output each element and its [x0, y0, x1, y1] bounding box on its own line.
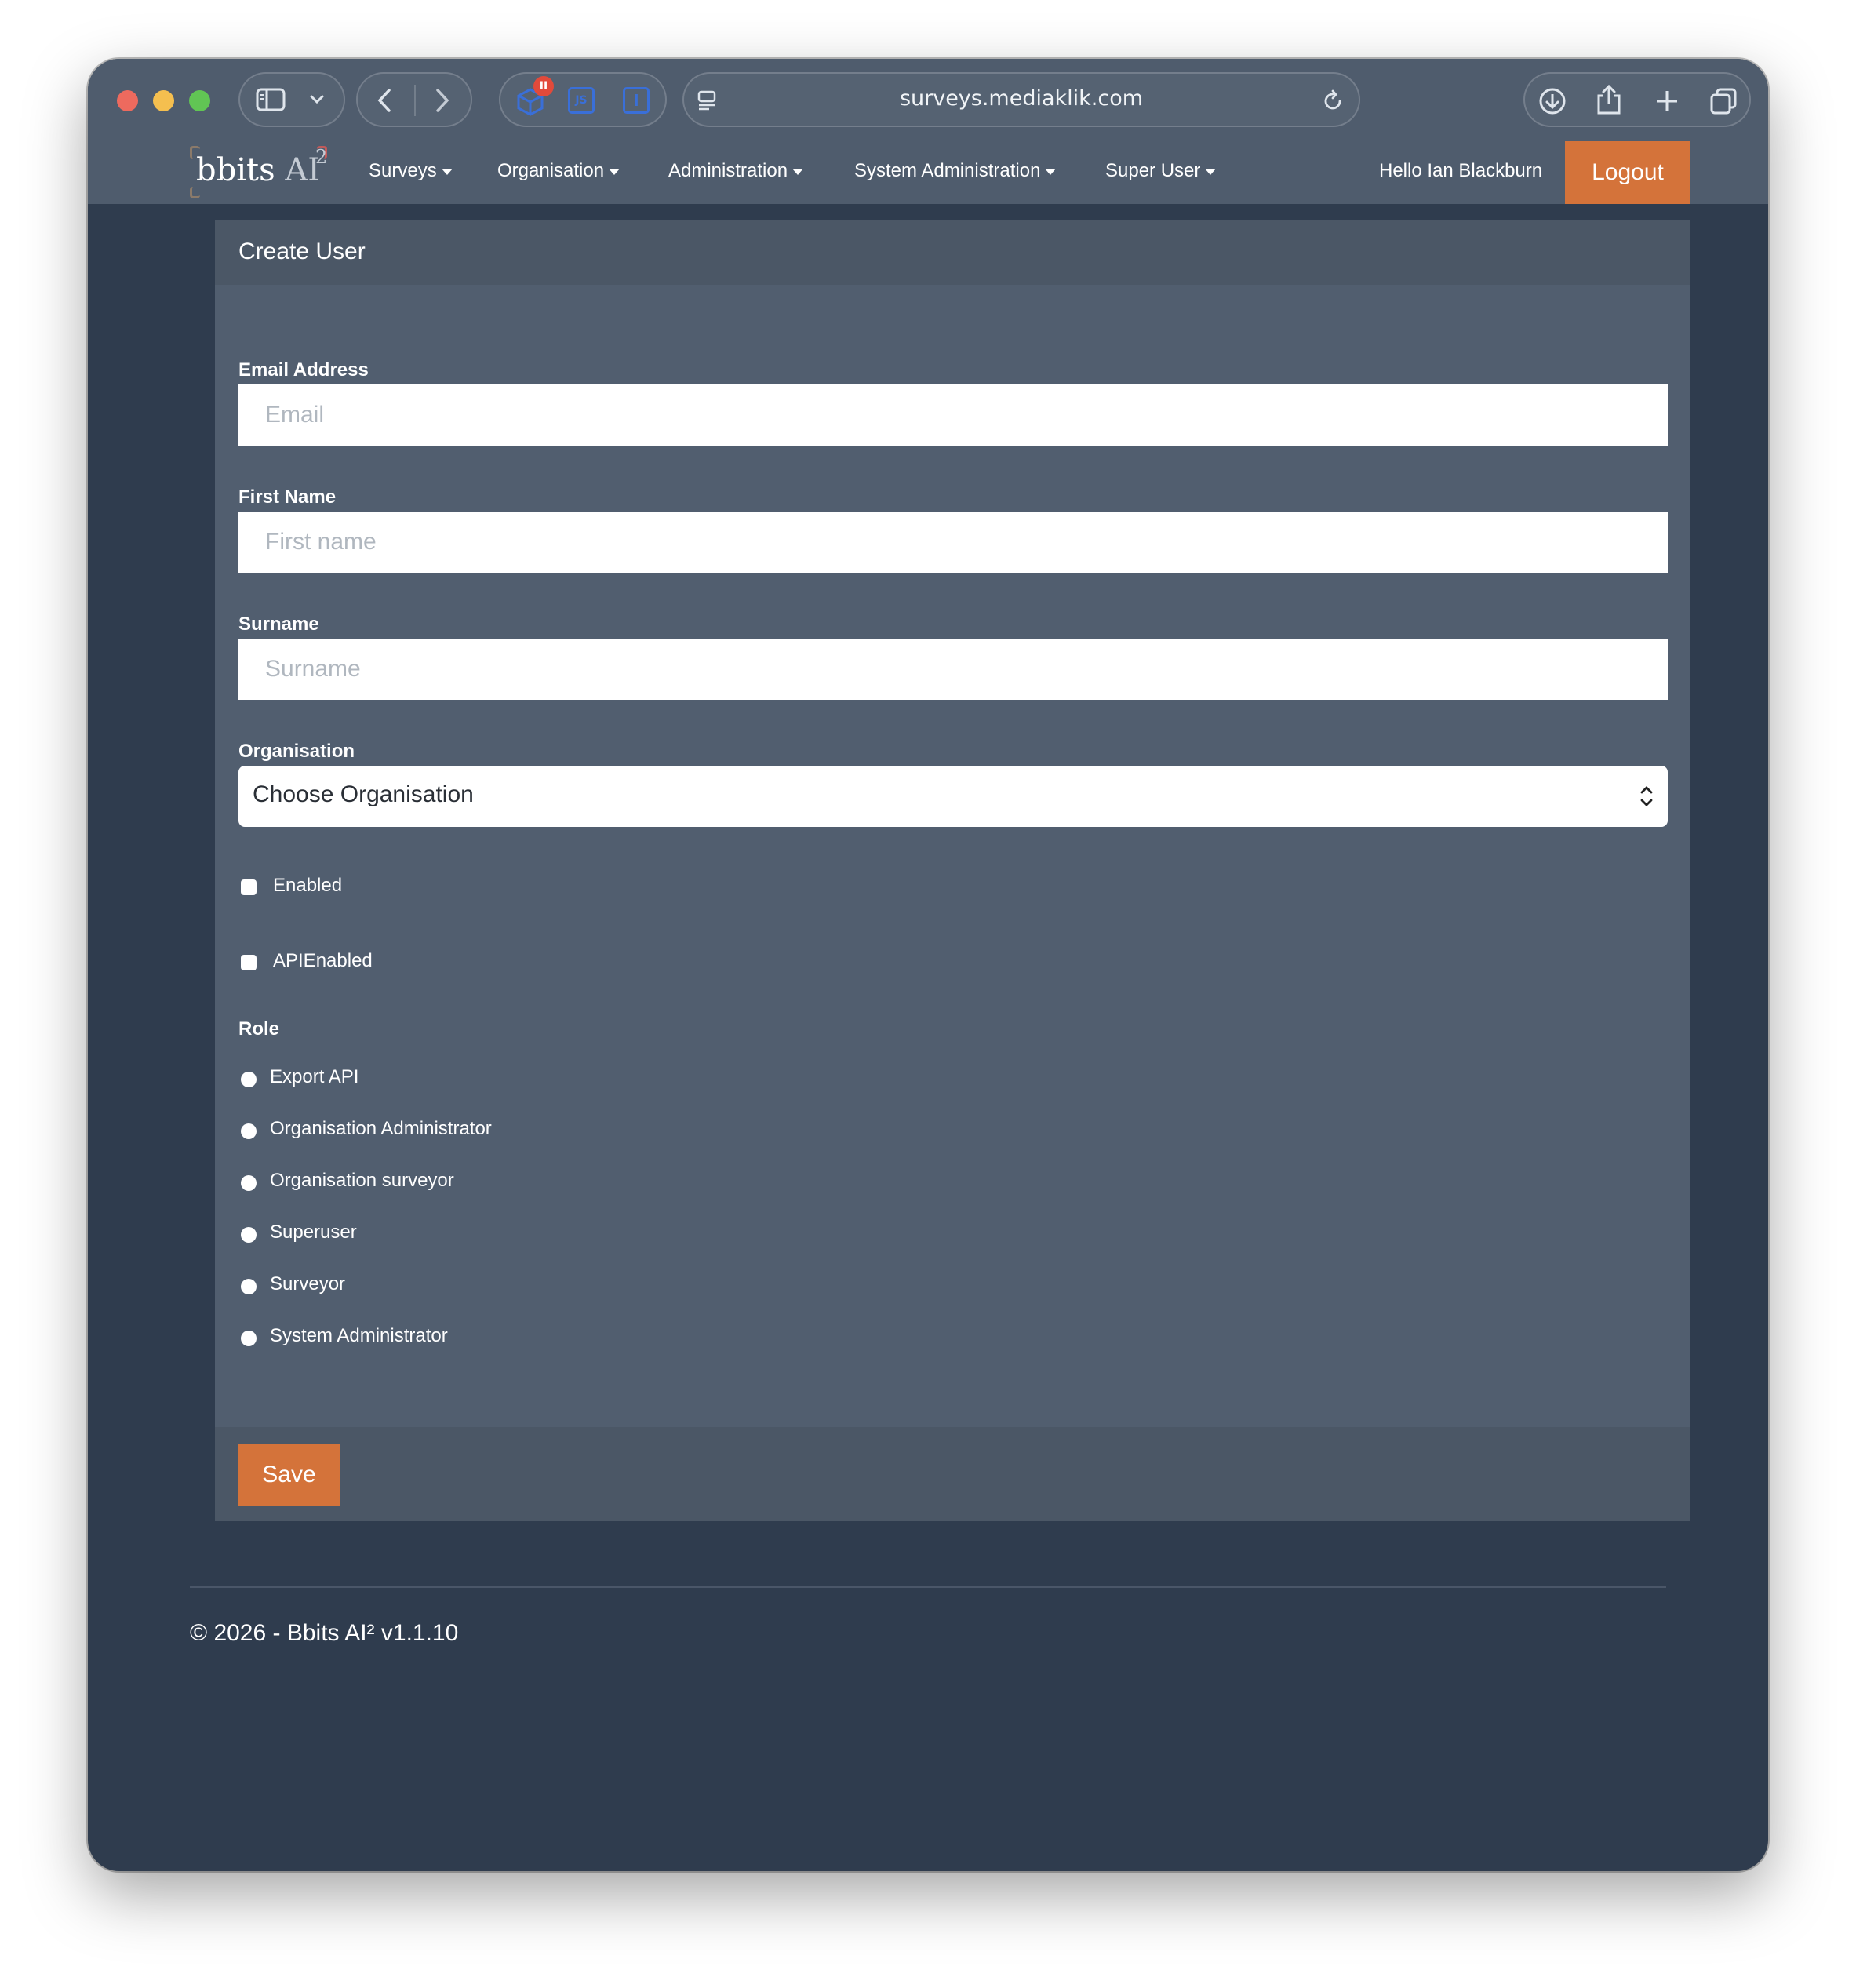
card-footer: Save: [215, 1427, 1690, 1521]
zoom-window-button[interactable]: [189, 90, 210, 111]
organisation-selected-value: Choose Organisation: [253, 781, 474, 807]
role-radio[interactable]: [241, 1175, 257, 1191]
email-label: Email Address: [238, 359, 369, 380]
app-navbar: bbits AI 2 Surveys Organisation Administ…: [88, 141, 1768, 204]
organisation-select[interactable]: Choose Organisation: [238, 766, 1668, 827]
close-window-button[interactable]: [117, 90, 138, 111]
brand-superscript: 2: [315, 146, 328, 168]
url-text[interactable]: surveys.mediaklik.com: [682, 86, 1360, 111]
share-icon[interactable]: [1596, 83, 1622, 116]
page-title: Create User: [238, 238, 366, 264]
caret-down-icon: [609, 168, 620, 175]
browser-toolbar: II JS I surveys.mediaklik.com bbits AI 2…: [88, 59, 1768, 204]
caret-down-icon: [792, 168, 804, 175]
nav-organisation[interactable]: Organisation: [497, 160, 620, 182]
user-greeting: Hello Ian Blackburn: [1379, 160, 1543, 181]
footer-copyright: © 2026 - Bbits AI² v1.1.10: [190, 1620, 459, 1646]
extensions-group: II JS I: [499, 72, 667, 127]
save-button[interactable]: Save: [238, 1444, 340, 1506]
caret-down-icon: [1045, 168, 1057, 175]
browser-actions: [1523, 72, 1751, 127]
nav-system-administration[interactable]: System Administration: [854, 160, 1057, 182]
api-enabled-checkbox[interactable]: [241, 955, 257, 970]
navigation-buttons: [356, 72, 472, 127]
caret-down-icon: [441, 168, 453, 175]
footer-divider: [190, 1586, 1666, 1588]
nav-surveys[interactable]: Surveys: [369, 160, 453, 182]
role-radio[interactable]: [241, 1072, 257, 1087]
role-option-label: Surveyor: [270, 1273, 346, 1294]
role-radio[interactable]: [241, 1123, 257, 1139]
chevron-down-icon[interactable]: [309, 94, 325, 105]
role-option-label: Superuser: [270, 1222, 357, 1243]
select-chevrons-icon: [1640, 786, 1653, 806]
logo-bracket-bottom: [190, 187, 200, 198]
brand-name: bbits AI: [196, 152, 321, 188]
extension-badge: II: [533, 76, 554, 96]
role-radio[interactable]: [241, 1331, 257, 1346]
role-option-label: Organisation surveyor: [270, 1170, 454, 1191]
role-option-label: System Administrator: [270, 1325, 448, 1346]
role-option-label: Organisation Administrator: [270, 1118, 492, 1139]
sidebar-icon[interactable]: [256, 88, 286, 111]
first-name-field[interactable]: [238, 512, 1668, 573]
forward-icon[interactable]: [433, 88, 452, 113]
enabled-label: Enabled: [273, 875, 343, 896]
browser-window: II JS I surveys.mediaklik.com bbits AI 2…: [88, 59, 1768, 1871]
email-field[interactable]: [238, 384, 1668, 446]
tab-overview-icon[interactable]: [1709, 86, 1738, 116]
logout-button[interactable]: Logout: [1565, 141, 1690, 204]
enabled-checkbox[interactable]: [241, 879, 257, 895]
brand-logo[interactable]: bbits AI 2: [190, 146, 328, 198]
surname-field[interactable]: [238, 639, 1668, 700]
surname-label: Surname: [238, 614, 319, 635]
nav-super-user[interactable]: Super User: [1105, 160, 1217, 182]
role-radio[interactable]: [241, 1227, 257, 1243]
organisation-label: Organisation: [238, 741, 355, 762]
create-user-card: Create User Email Address First Name Sur…: [215, 220, 1690, 1521]
nav-administration[interactable]: Administration: [668, 160, 804, 182]
sidebar-toggle-group[interactable]: [238, 72, 345, 127]
api-enabled-label: APIEnabled: [273, 950, 373, 971]
first-name-label: First Name: [238, 486, 337, 508]
nav-divider: [414, 85, 416, 116]
js-extension-icon[interactable]: JS: [568, 87, 595, 114]
caret-down-icon: [1205, 168, 1217, 175]
download-icon[interactable]: [1538, 86, 1567, 116]
role-option-label: Export API: [270, 1066, 359, 1087]
role-radio[interactable]: [241, 1279, 257, 1294]
i-extension-icon[interactable]: I: [623, 87, 650, 114]
back-icon[interactable]: [375, 88, 394, 113]
role-label: Role: [238, 1018, 280, 1040]
card-header: Create User: [215, 220, 1690, 285]
new-tab-icon[interactable]: [1654, 88, 1680, 115]
minimize-window-button[interactable]: [153, 90, 174, 111]
